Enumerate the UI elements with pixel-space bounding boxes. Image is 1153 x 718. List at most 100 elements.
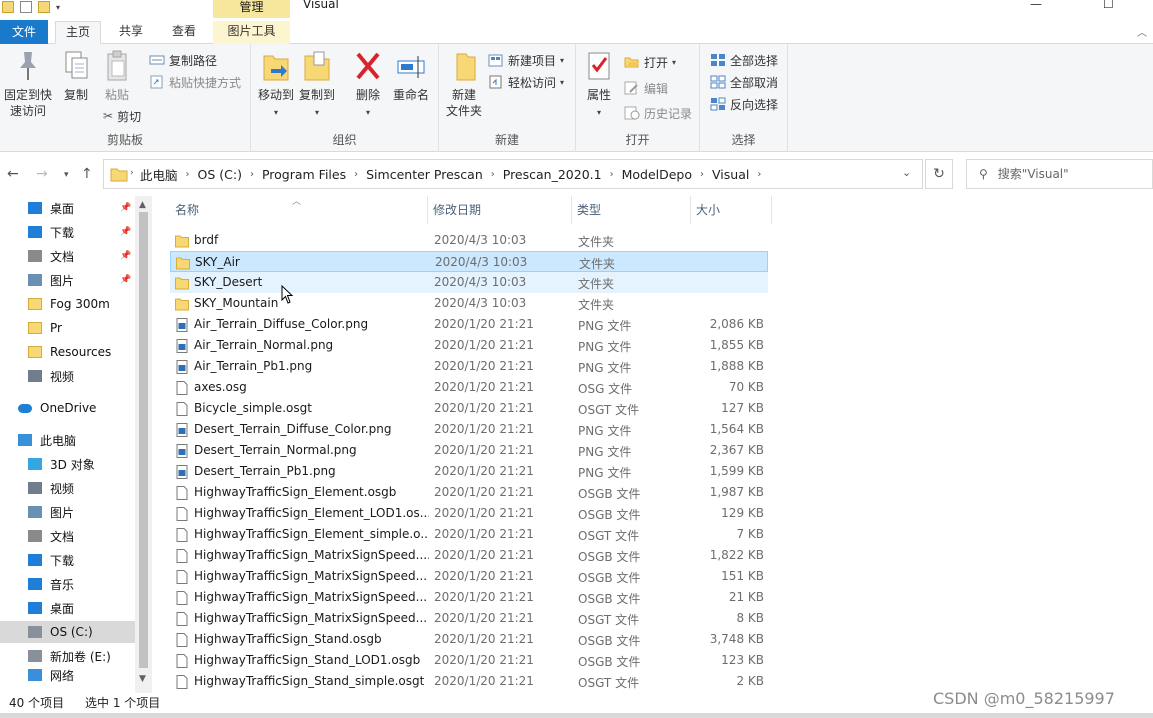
file-row[interactable]: HighwayTrafficSign_Element_simple.o... 20… — [170, 524, 768, 545]
nav-item-12[interactable]: 图片 — [0, 501, 135, 523]
nav-item-6[interactable]: Resources — [0, 341, 135, 363]
file-row[interactable]: Air_Terrain_Diffuse_Color.png 2020/1/20 2… — [170, 314, 768, 335]
nav-scrollbar-thumb[interactable] — [139, 212, 148, 668]
nav-item-19[interactable]: 网络 — [0, 669, 135, 683]
column-header-size[interactable]: 大小 — [691, 196, 772, 224]
properties-quick-icon[interactable] — [20, 1, 32, 13]
up-arrow-icon[interactable]: ↑ — [81, 166, 93, 182]
file-row[interactable]: HighwayTrafficSign_Stand_simple.osgt 2020… — [170, 671, 768, 692]
nav-item-8[interactable]: OneDrive — [0, 397, 135, 419]
file-row[interactable]: SKY_Mountain 2020/4/3 10:03 文件夹 — [170, 293, 768, 314]
copy-path-button[interactable]: 复制路径 — [149, 51, 217, 69]
file-row[interactable]: axes.osg 2020/1/20 21:21 OSG 文件 70 KB — [170, 377, 768, 398]
nav-scrollbar[interactable]: ▲ ▼ — [135, 196, 152, 693]
column-header-date[interactable]: 修改日期 — [428, 196, 572, 224]
file-row[interactable]: HighwayTrafficSign_Stand.osgb 2020/1/20 2… — [170, 629, 768, 650]
chevron-up-icon[interactable]: ︿ — [1137, 24, 1147, 39]
tab-share[interactable]: 共享 — [108, 21, 154, 44]
folder-icon[interactable] — [2, 1, 14, 13]
nav-item-5[interactable]: Pr — [0, 317, 135, 339]
refresh-button[interactable]: ↻ — [925, 159, 953, 189]
cut-button[interactable]: ✂ 剪切 — [103, 107, 141, 125]
file-row[interactable]: Bicycle_simple.osgt 2020/1/20 21:21 OSGT 文… — [170, 398, 768, 419]
chevron-right-icon[interactable]: › — [186, 169, 190, 180]
chevron-right-icon[interactable]: › — [130, 168, 134, 178]
file-row[interactable]: Air_Terrain_Normal.png 2020/1/20 21:21 PNG… — [170, 335, 768, 356]
copy-to-button[interactable]: 复制到 ▾ — [298, 48, 336, 121]
chevron-right-icon[interactable]: › — [491, 169, 495, 180]
file-row[interactable]: Air_Terrain_Pb1.png 2020/1/20 21:21 PNG 文件… — [170, 356, 768, 377]
paste-button[interactable]: 粘贴 — [100, 48, 134, 103]
properties-button[interactable]: 属性 ▾ — [582, 48, 616, 121]
file-row[interactable]: brdf 2020/4/3 10:03 文件夹 — [170, 230, 768, 251]
nav-item-7[interactable]: 视频 — [0, 365, 135, 387]
tab-file[interactable]: 文件 — [0, 20, 48, 44]
nav-item-9[interactable]: 此电脑 — [0, 429, 135, 451]
chevron-right-icon[interactable]: › — [757, 169, 761, 180]
pin-icon[interactable]: 📌 — [120, 227, 131, 237]
file-row[interactable]: HighwayTrafficSign_MatrixSignSpeed... 202… — [170, 587, 768, 608]
scroll-down-icon[interactable]: ▼ — [139, 674, 146, 684]
address-bar[interactable]: › 此电脑 › OS (C:) › Program Files › Simcenter… — [103, 159, 923, 189]
scroll-up-icon[interactable]: ▲ — [139, 200, 146, 210]
nav-item-16[interactable]: 桌面 — [0, 597, 135, 619]
file-row[interactable]: SKY_Air 2020/4/3 10:03 文件夹 — [170, 251, 768, 272]
chevron-right-icon[interactable]: › — [610, 169, 614, 180]
edit-button[interactable]: 编辑 — [624, 79, 668, 97]
paste-shortcut-button[interactable]: 粘贴快捷方式 — [149, 73, 241, 91]
move-to-button[interactable]: 移动到 ▾ — [257, 48, 295, 121]
chevron-right-icon[interactable]: › — [354, 169, 358, 180]
file-row[interactable]: Desert_Terrain_Pb1.png 2020/1/20 21:21 PNG… — [170, 461, 768, 482]
file-row[interactable]: HighwayTrafficSign_Element.osgb 2020/1/20… — [170, 482, 768, 503]
search-box[interactable]: ⚲ 搜索"Visual" — [966, 159, 1153, 189]
delete-button[interactable]: 删除 ▾ — [352, 48, 384, 121]
file-row[interactable]: HighwayTrafficSign_MatrixSignSpeed.... 20… — [170, 545, 768, 566]
nav-item-18[interactable]: 新加卷 (E:) — [0, 645, 135, 667]
nav-item-14[interactable]: 下载 — [0, 549, 135, 571]
pin-icon[interactable]: 📌 — [120, 203, 131, 213]
maximize-button[interactable]: ☐ — [1103, 0, 1114, 11]
tab-home[interactable]: 主页 — [55, 21, 101, 44]
breadcrumb-os-c[interactable]: OS (C:) — [198, 167, 242, 182]
file-row[interactable]: SKY_Desert 2020/4/3 10:03 文件夹 — [170, 272, 768, 293]
file-row[interactable]: HighwayTrafficSign_MatrixSignSpeed... 202… — [170, 566, 768, 587]
breadcrumb-this-pc[interactable]: 此电脑 — [140, 165, 178, 184]
pin-icon[interactable]: 📌 — [120, 251, 131, 261]
recent-locations-chevron-icon[interactable]: ▾ — [64, 170, 69, 180]
forward-arrow-icon[interactable]: → — [36, 166, 48, 182]
chevron-right-icon[interactable]: › — [250, 169, 254, 180]
file-row[interactable]: Desert_Terrain_Diffuse_Color.png 2020/1/2… — [170, 419, 768, 440]
open-button[interactable]: 打开 ▾ — [624, 53, 676, 71]
chevron-right-icon[interactable]: › — [700, 169, 704, 180]
nav-item-17[interactable]: OS (C:) — [0, 621, 135, 643]
pin-icon[interactable]: 📌 — [120, 275, 131, 285]
manage-tab[interactable]: 管理 — [213, 0, 290, 18]
address-dropdown-chevron-icon[interactable]: ⌄ — [902, 166, 911, 179]
tab-picture-tools[interactable]: 图片工具 — [213, 21, 290, 44]
column-header-name[interactable]: 名称 — [170, 196, 428, 224]
select-all-button[interactable]: 全部选择 — [710, 51, 778, 69]
tab-view[interactable]: 查看 — [161, 21, 207, 44]
nav-item-3[interactable]: 图片 — [0, 269, 135, 291]
breadcrumb-visual[interactable]: Visual — [712, 167, 749, 182]
nav-item-13[interactable]: 文档 — [0, 525, 135, 547]
breadcrumb-simcenter-prescan[interactable]: Simcenter Prescan — [366, 167, 483, 182]
column-header-type[interactable]: 类型 — [572, 196, 691, 224]
nav-item-4[interactable]: Fog 300m — [0, 293, 135, 315]
nav-item-1[interactable]: 下载 — [0, 221, 135, 243]
new-folder-button[interactable]: 新建 文件夹 — [444, 48, 484, 119]
easy-access-button[interactable]: 轻松访问 ▾ — [488, 73, 564, 91]
file-row[interactable]: HighwayTrafficSign_Element_LOD1.os... 202… — [170, 503, 768, 524]
file-row[interactable]: Desert_Terrain_Normal.png 2020/1/20 21:21… — [170, 440, 768, 461]
copy-button[interactable]: 复制 — [58, 48, 94, 103]
nav-item-11[interactable]: 视频 — [0, 477, 135, 499]
breadcrumb-program-files[interactable]: Program Files — [262, 167, 346, 182]
nav-item-2[interactable]: 文档 — [0, 245, 135, 267]
nav-item-10[interactable]: 3D 对象 — [0, 453, 135, 475]
new-folder-quick-icon[interactable] — [38, 1, 50, 13]
breadcrumb-prescan-2020-1[interactable]: Prescan_2020.1 — [503, 167, 602, 182]
file-row[interactable]: HighwayTrafficSign_Stand_LOD1.osgb 2020/1… — [170, 650, 768, 671]
rename-button[interactable]: 重命名 — [389, 48, 433, 103]
history-button[interactable]: 历史记录 — [624, 104, 692, 122]
minimize-button[interactable]: — — [1030, 0, 1042, 11]
